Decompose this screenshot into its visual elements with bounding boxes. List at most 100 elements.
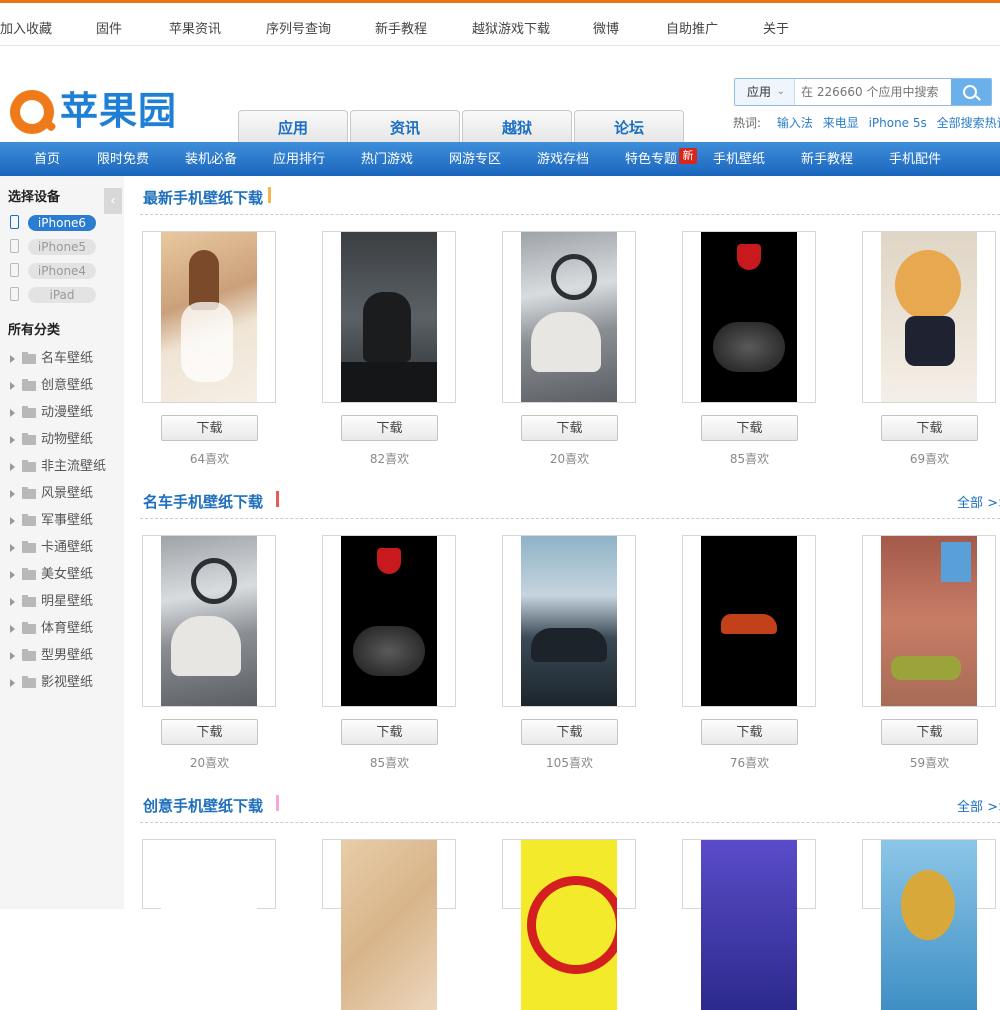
- download-button[interactable]: 下载: [161, 719, 258, 745]
- wallpaper-thumbnail[interactable]: [521, 536, 617, 706]
- wallpaper-card[interactable]: [142, 231, 276, 403]
- expand-arrow-icon: [10, 517, 15, 525]
- site-logo[interactable]: 苹果园: [10, 88, 190, 136]
- topbar-link-tutorial[interactable]: 新手教程: [375, 18, 427, 37]
- wallpaper-thumbnail[interactable]: [881, 536, 977, 706]
- category-item[interactable]: 非主流壁纸: [10, 459, 110, 475]
- wallpaper-card[interactable]: [502, 839, 636, 1010]
- category-item[interactable]: 型男壁纸: [10, 648, 110, 664]
- device-iphone4[interactable]: iPhone4: [8, 262, 98, 280]
- nav-tutorial[interactable]: 新手教程: [801, 142, 853, 176]
- wallpaper-thumbnail[interactable]: [881, 232, 977, 402]
- tab-jailbreak[interactable]: 越狱: [462, 110, 572, 142]
- download-button[interactable]: 下载: [341, 719, 438, 745]
- category-item[interactable]: 明星壁纸: [10, 594, 110, 610]
- tab-forum[interactable]: 论坛: [574, 110, 684, 142]
- device-iphone6[interactable]: iPhone6: [8, 214, 98, 232]
- category-item[interactable]: 动漫壁纸: [10, 405, 110, 421]
- wallpaper-card[interactable]: [682, 839, 816, 1010]
- search-category-select[interactable]: 应用 ⌄: [735, 79, 795, 105]
- download-button[interactable]: 下载: [881, 719, 978, 745]
- nav-rankings[interactable]: 应用排行: [273, 142, 325, 176]
- wallpaper-thumbnail[interactable]: [701, 536, 797, 706]
- main-nav: 首页 限时免费 装机必备 应用排行 热门游戏 网游专区 游戏存档 特色专题 手机…: [0, 142, 1000, 176]
- tab-news[interactable]: 资讯: [350, 110, 460, 142]
- wallpaper-thumbnail[interactable]: [881, 840, 977, 1010]
- wallpaper-card[interactable]: [862, 839, 996, 1010]
- download-button[interactable]: 下载: [521, 719, 618, 745]
- folder-icon: [22, 487, 36, 499]
- category-item[interactable]: 军事壁纸: [10, 513, 110, 529]
- view-all-link[interactable]: 全部 >>: [957, 796, 1000, 815]
- topbar-link-favorite[interactable]: 加入收藏: [0, 18, 52, 37]
- topbar-link-self-promo[interactable]: 自助推广: [666, 18, 718, 37]
- search-input[interactable]: [797, 81, 949, 103]
- wallpaper-card[interactable]: [862, 535, 996, 707]
- category-item[interactable]: 名车壁纸: [10, 351, 110, 367]
- wallpaper-card[interactable]: [322, 839, 456, 1010]
- topbar-link-firmware[interactable]: 固件: [96, 18, 122, 37]
- nav-limited-free[interactable]: 限时免费: [97, 142, 149, 176]
- tab-apps[interactable]: 应用: [238, 110, 348, 142]
- topbar-link-apple-news[interactable]: 苹果资讯: [169, 18, 221, 37]
- all-hot-words-link[interactable]: 全部搜索热词: [937, 116, 1000, 130]
- wallpaper-card[interactable]: [502, 231, 636, 403]
- hot-word-link[interactable]: 输入法: [777, 116, 813, 130]
- wallpaper-card[interactable]: [322, 535, 456, 707]
- collapse-sidebar-button[interactable]: ‹: [104, 188, 122, 214]
- wallpaper-thumbnail[interactable]: [341, 232, 437, 402]
- category-item[interactable]: 体育壁纸: [10, 621, 110, 637]
- topbar-link-serial-lookup[interactable]: 序列号查询: [266, 18, 331, 37]
- view-all-link[interactable]: 全部 >>: [957, 492, 1000, 511]
- search-button[interactable]: [951, 79, 991, 105]
- category-item[interactable]: 风景壁纸: [10, 486, 110, 502]
- wallpaper-card[interactable]: [682, 535, 816, 707]
- wallpaper-thumbnail[interactable]: [341, 840, 437, 1010]
- wallpaper-thumbnail[interactable]: [341, 536, 437, 706]
- category-item[interactable]: 卡通壁纸: [10, 540, 110, 556]
- download-button[interactable]: 下载: [881, 415, 978, 441]
- wallpaper-card[interactable]: [862, 231, 996, 403]
- category-item[interactable]: 创意壁纸: [10, 378, 110, 394]
- category-item[interactable]: 动物壁纸: [10, 432, 110, 448]
- device-iphone5[interactable]: iPhone5: [8, 238, 98, 256]
- download-button[interactable]: 下载: [701, 415, 798, 441]
- nav-online-games[interactable]: 网游专区: [449, 142, 501, 176]
- wallpaper-card[interactable]: [322, 231, 456, 403]
- download-button[interactable]: 下载: [701, 719, 798, 745]
- section-title: 创意手机壁纸下载: [143, 797, 264, 815]
- logo-text: 苹果园: [60, 89, 178, 133]
- expand-arrow-icon: [10, 409, 15, 417]
- wallpaper-card[interactable]: [142, 535, 276, 707]
- wallpaper-card[interactable]: [142, 839, 276, 1010]
- hot-word-link[interactable]: 来电显: [823, 116, 859, 130]
- nav-featured-topics[interactable]: 特色专题: [625, 142, 677, 176]
- wallpaper-thumbnail[interactable]: [161, 840, 257, 1010]
- expand-arrow-icon: [10, 679, 15, 687]
- nav-accessories[interactable]: 手机配件: [889, 142, 941, 176]
- wallpaper-thumbnail[interactable]: [701, 232, 797, 402]
- nav-wallpapers[interactable]: 手机壁纸: [713, 142, 765, 176]
- nav-game-saves[interactable]: 游戏存档: [537, 142, 589, 176]
- topbar-link-jailbreak-games[interactable]: 越狱游戏下载: [472, 18, 550, 37]
- wallpaper-thumbnail[interactable]: [161, 536, 257, 706]
- wallpaper-thumbnail[interactable]: [521, 840, 617, 1010]
- download-button[interactable]: 下载: [161, 415, 258, 441]
- download-button[interactable]: 下载: [341, 415, 438, 441]
- nav-hot-games[interactable]: 热门游戏: [361, 142, 413, 176]
- category-item[interactable]: 美女壁纸: [10, 567, 110, 583]
- nav-essentials[interactable]: 装机必备: [185, 142, 237, 176]
- wallpaper-card[interactable]: [682, 231, 816, 403]
- hot-word-link[interactable]: iPhone 5s: [869, 116, 927, 130]
- topbar-link-about[interactable]: 关于: [763, 18, 789, 37]
- wallpaper-card[interactable]: [502, 535, 636, 707]
- category-item[interactable]: 影视壁纸: [10, 675, 110, 691]
- nav-home[interactable]: 首页: [34, 142, 60, 176]
- download-button[interactable]: 下载: [521, 415, 618, 441]
- wallpaper-thumbnail[interactable]: [701, 840, 797, 1010]
- topbar-link-weibo[interactable]: 微博: [593, 18, 619, 37]
- wallpaper-thumbnail[interactable]: [161, 232, 257, 402]
- wallpaper-thumbnail[interactable]: [521, 232, 617, 402]
- device-ipad[interactable]: iPad: [8, 286, 98, 304]
- folder-icon: [22, 541, 36, 553]
